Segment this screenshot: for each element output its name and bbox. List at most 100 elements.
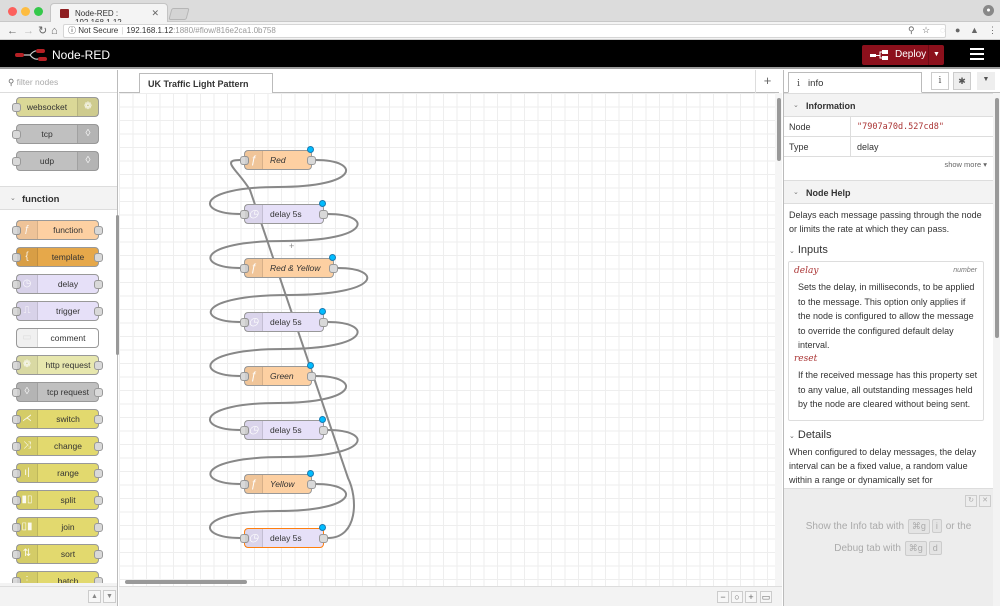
palette-node-tcp-request[interactable]: ◊ tcp request — [12, 382, 103, 402]
join-icon: ▯▮ — [17, 518, 38, 536]
flow-canvas[interactable]: + ƒ Red ◷ delay 5s ƒ Red & Yellow ◷ delay 5s ƒ Gr… — [119, 93, 775, 586]
reload-icon[interactable]: ↻ — [38, 24, 47, 38]
zoom-in-button[interactable]: + — [745, 591, 757, 603]
debug-tab-button[interactable]: ✱ — [953, 72, 971, 90]
palette-node-label: trigger — [55, 306, 81, 316]
refresh-tip-icon[interactable]: ↻ — [965, 495, 977, 507]
palette-node-change[interactable]: ⤨ change — [12, 436, 103, 456]
details-header[interactable]: ⌄ Details — [789, 429, 832, 441]
flow-node-function[interactable]: ƒ Red & Yellow — [240, 254, 338, 278]
canvas-horizontal-scroll-thumb[interactable] — [125, 580, 247, 584]
output-port — [94, 361, 103, 370]
palette-node-join[interactable]: ▯▮ join — [12, 517, 103, 537]
maximize-window-icon[interactable] — [34, 7, 43, 16]
node-help-section-header[interactable]: ⌄ Node Help — [784, 180, 993, 204]
output-port[interactable] — [329, 264, 338, 273]
flow-node-delay[interactable]: ◷ delay 5s — [240, 308, 328, 332]
zoom-reset-button[interactable]: ○ — [731, 591, 743, 603]
palette-node-websocket[interactable]: websocket ❁ — [12, 97, 99, 117]
info-row-type: Type delay — [784, 137, 993, 157]
extension-icon[interactable]: ◌ — [940, 25, 945, 35]
flow-node-function[interactable]: ƒ Green — [240, 362, 316, 386]
palette-node-function[interactable]: ƒ function — [12, 220, 103, 240]
palette-node-udp[interactable]: udp ◊ — [12, 151, 99, 171]
sidebar-tabs-dropdown[interactable]: ▼ — [977, 72, 995, 90]
help-intro: Delays each message passing through the … — [789, 210, 982, 234]
flow-node-label: delay 5s — [270, 209, 302, 219]
deploy-button[interactable]: Deploy ▼ — [862, 45, 944, 65]
flow-tab[interactable]: UK Traffic Light Pattern — [139, 73, 273, 94]
main-menu-button[interactable] — [970, 48, 984, 60]
address-bar[interactable]: ⓘ Not Secure | 192.168.1.12:1880/#flow/816… — [63, 24, 946, 38]
canvas-vertical-scroll-thumb[interactable] — [777, 98, 781, 161]
minimize-window-icon[interactable] — [21, 7, 30, 16]
profile-icon[interactable]: ● — [983, 5, 994, 16]
forward-icon[interactable]: → — [23, 24, 34, 38]
sidebar-scrollbar[interactable] — [993, 93, 1000, 606]
property-description: If the received message has this propert… — [798, 370, 978, 409]
palette-category-label: function — [22, 194, 60, 205]
range-icon: ı| — [17, 464, 38, 482]
extension-3-icon[interactable]: ▲ — [970, 25, 979, 35]
add-flow-button[interactable]: + — [755, 70, 779, 93]
output-port[interactable] — [319, 318, 328, 327]
sidebar-scroll-thumb[interactable] — [995, 98, 999, 338]
palette-node-range[interactable]: ı| range — [12, 463, 103, 483]
security-label: Not Secure — [78, 26, 119, 35]
tab-info[interactable]: i info — [788, 72, 922, 93]
browser-menu-icon[interactable]: ⋮ — [988, 25, 997, 36]
palette-node-batch[interactable]: ⋮ batch — [12, 571, 103, 583]
output-port[interactable] — [319, 426, 328, 435]
kbd-key: d — [928, 541, 942, 555]
palette-node-trigger[interactable]: ⎍ trigger — [12, 301, 103, 321]
close-tab-icon[interactable]: ✕ — [151, 8, 159, 19]
close-window-icon[interactable] — [8, 7, 17, 16]
zoom-icon[interactable]: ⚲ — [908, 25, 915, 36]
expand-all-button[interactable]: ▼ — [103, 590, 116, 603]
navigator-button[interactable]: ▭ — [760, 591, 772, 603]
collapse-all-button[interactable]: ▲ — [88, 590, 101, 603]
info-tab-button[interactable]: i — [931, 72, 949, 90]
browser-tab[interactable]: Node-RED : 192.168.1.12 ✕ — [50, 3, 168, 27]
tip-line-1: Show the Info tab with ⌘g i or the — [784, 519, 993, 534]
flow-node-delay[interactable]: ◷ delay 5s — [240, 524, 328, 548]
network-icon: ◊ — [77, 125, 98, 143]
palette-node-split[interactable]: ▮▯ split — [12, 490, 103, 510]
flow-node-label: delay 5s — [270, 317, 302, 327]
palette-node-label: batch — [57, 576, 79, 583]
palette-node-template[interactable]: {template — [12, 247, 103, 267]
palette-node-comment[interactable]: ▭ comment — [16, 328, 99, 348]
flow-node-delay[interactable]: ◷ delay 5s — [240, 200, 328, 224]
information-section-header[interactable]: ⌄ Information — [784, 93, 993, 117]
inputs-header[interactable]: ⌄ Inputs — [789, 244, 828, 256]
output-port[interactable] — [319, 210, 328, 219]
palette-node-http-request[interactable]: ❁ http request — [12, 355, 103, 375]
changed-indicator-icon — [319, 200, 326, 207]
flow-node-function[interactable]: ƒ Yellow — [240, 470, 316, 494]
flow-node-function[interactable]: ƒ Red — [240, 146, 316, 170]
palette-node-sort[interactable]: ⇅ sort — [12, 544, 103, 564]
show-more-link[interactable]: show more ▾ — [944, 160, 987, 169]
palette-category-function[interactable]: ⌄ function — [0, 186, 117, 210]
node-red-favicon-icon — [60, 9, 69, 18]
canvas-vertical-scrollbar[interactable] — [775, 93, 782, 586]
palette-node-tcp[interactable]: tcp ◊ — [12, 124, 99, 144]
output-port[interactable] — [319, 534, 328, 543]
browser-toolbar: ← → ↻ ⌂ ⓘ Not Secure | 192.168.1.12:1880/#… — [0, 22, 1000, 40]
palette-node-delay[interactable]: ◷ delay — [12, 274, 103, 294]
new-tab-button[interactable] — [168, 8, 190, 20]
output-port[interactable] — [307, 480, 316, 489]
close-tip-icon[interactable]: ✕ — [979, 495, 991, 507]
extension-2-icon[interactable]: ● — [955, 25, 960, 35]
bookmark-star-icon[interactable]: ☆ — [922, 25, 930, 36]
output-port[interactable] — [307, 156, 316, 165]
palette-node-switch[interactable]: ⋌ switch — [12, 409, 103, 429]
palette-filter-input[interactable]: ⚲ filter nodes — [0, 70, 117, 93]
output-port[interactable] — [307, 372, 316, 381]
flow-node-delay[interactable]: ◷ delay 5s — [240, 416, 328, 440]
deploy-dropdown-icon[interactable]: ▼ — [928, 45, 944, 65]
zoom-out-button[interactable]: − — [717, 591, 729, 603]
output-port — [94, 442, 103, 451]
home-icon[interactable]: ⌂ — [51, 24, 58, 38]
back-icon[interactable]: ← — [7, 24, 18, 38]
